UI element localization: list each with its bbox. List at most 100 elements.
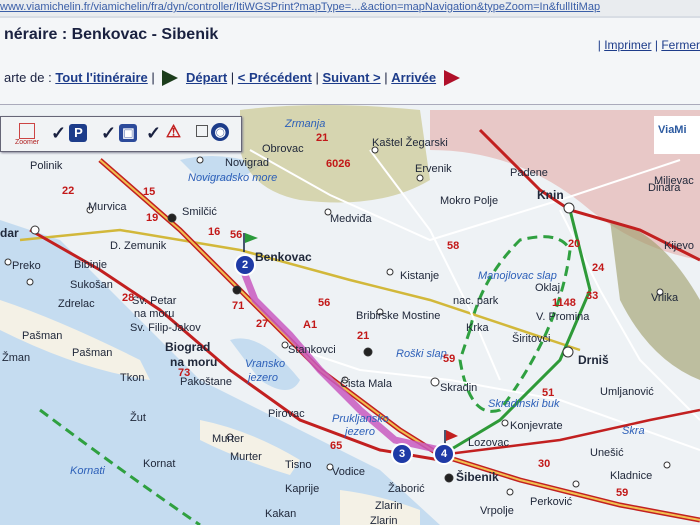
road-number-label: 65 xyxy=(330,440,343,452)
place-label: Vodice xyxy=(332,466,366,478)
place-label: Zrmanja xyxy=(285,118,326,130)
place-label: Murter xyxy=(230,451,262,463)
place-label: Preko xyxy=(12,260,41,272)
road-number-label: 58 xyxy=(447,240,460,252)
url-bar[interactable]: www.viamichelin.fr/viamichelin/fra/dyn/c… xyxy=(0,0,700,16)
road-number-label: 15 xyxy=(143,186,156,198)
place-label: Skra xyxy=(622,425,645,437)
warning-icon: ⚠ xyxy=(165,122,182,141)
service-station-icon: ◉ xyxy=(211,123,230,141)
start-flag-icon xyxy=(162,70,179,86)
place-label: Sukošan xyxy=(70,279,113,291)
road-number-label: 56 xyxy=(318,297,331,309)
place-label: Benkovac xyxy=(255,250,312,264)
route-step-marker[interactable]: 4 xyxy=(433,443,455,465)
place-label: Zlarin xyxy=(370,515,398,525)
place-label: Čista Mala xyxy=(340,378,392,390)
road-number-label: 1148 xyxy=(552,297,576,309)
road-number-label: 28 xyxy=(122,292,135,304)
road-number-label: 56 xyxy=(230,229,243,241)
place-label: Kakan xyxy=(265,508,297,520)
nav-next-link[interactable]: Suivant > xyxy=(322,70,380,85)
place-label: Lozovac xyxy=(468,437,509,449)
place-label: Ervenik xyxy=(415,163,452,175)
parking-toggle[interactable]: ✓ P xyxy=(51,123,88,145)
place-label: Kistanje xyxy=(400,270,440,282)
place-label: Prukljansko xyxy=(332,413,389,425)
place-label: Oklaj xyxy=(535,282,561,294)
place-label: Mokro Polje xyxy=(440,195,499,207)
place-label: Obrovac xyxy=(262,143,304,155)
warning-toggle[interactable]: ✓ ⚠ xyxy=(146,123,182,145)
place-label: Sv. Petar xyxy=(132,295,177,307)
route-step-marker[interactable]: 3 xyxy=(391,443,413,465)
place-label: Kaprije xyxy=(285,483,320,495)
place-label: Perković xyxy=(530,496,573,508)
road-number-label: 21 xyxy=(357,330,370,342)
nav-prev-link[interactable]: < Précédent xyxy=(238,70,312,85)
place-label: jezero xyxy=(248,372,278,384)
place-label: Šibenik xyxy=(456,470,499,484)
place-label: Murter xyxy=(212,433,244,445)
place-label: Novigradsko more xyxy=(188,172,278,184)
place-label: Bibinje xyxy=(74,259,108,271)
place-label: D. Zemunik xyxy=(110,240,167,252)
checkmark-icon: ✓ xyxy=(101,123,117,143)
place-label: Skradinski buk xyxy=(488,398,560,410)
place-label: Pirovac xyxy=(268,408,305,420)
close-link[interactable]: Fermer xyxy=(661,38,700,52)
road-number-label: 59 xyxy=(443,353,456,365)
place-label: Umljanović xyxy=(600,386,654,398)
place-label: Kaštel Žegarski xyxy=(372,137,448,149)
print-link[interactable]: Imprimer xyxy=(604,38,651,52)
place-label: Vrlika xyxy=(651,292,679,304)
place-label: Krka xyxy=(466,322,489,334)
place-label: Vrpolje xyxy=(480,505,514,517)
place-label: Žman xyxy=(2,352,31,364)
road-number-label: 30 xyxy=(538,458,551,470)
route-map[interactable]: Polinik Murvica Smilčić Novigrad Novigradsko… xyxy=(0,105,700,525)
place-label: Murvica xyxy=(88,201,127,213)
road-number-label: 19 xyxy=(146,212,159,224)
place-label: Sv. Filip-Jakov xyxy=(130,322,201,334)
place-label: Pašman xyxy=(72,347,113,359)
zoom-box-icon xyxy=(19,123,35,139)
top-links: | Imprimer | Fermer xyxy=(597,38,700,52)
place-label: Kornati xyxy=(70,465,105,477)
place-label: Unešić xyxy=(590,447,624,459)
place-label: Vransko xyxy=(245,358,286,370)
road-number-label: 27 xyxy=(256,318,269,330)
place-label: Roški slap xyxy=(396,348,447,360)
service-station-toggle[interactable]: ◉ xyxy=(196,123,230,145)
place-label: Konjevrate xyxy=(510,420,563,432)
speed-camera-toggle[interactable]: ✓ ▣ xyxy=(101,123,138,145)
road-number-label: 51 xyxy=(542,387,555,399)
place-label: Kladnice xyxy=(610,470,653,482)
route-step-marker[interactable]: 2 xyxy=(234,254,256,276)
place-label: Smilčić xyxy=(182,206,217,218)
checkmark-icon: ✓ xyxy=(51,123,67,143)
nav-all-link[interactable]: Tout l'itinéraire xyxy=(55,70,147,85)
place-label: dar xyxy=(0,226,19,240)
place-label: Kornat xyxy=(143,458,176,470)
map-navigation-bar: arte de : Tout l'itinéraire | Départ | <… xyxy=(0,62,700,105)
place-label: Drniš xyxy=(578,353,609,367)
nav-start-link[interactable]: Départ xyxy=(186,70,227,85)
speed-camera-icon: ▣ xyxy=(119,124,138,142)
place-label: Stankovci xyxy=(288,344,336,356)
road-number-label: 16 xyxy=(208,226,221,238)
checkmark-icon: ✓ xyxy=(146,123,162,143)
place-label: Žut xyxy=(130,412,146,424)
road-number-label: 20 xyxy=(568,238,581,250)
place-label: Zlarin xyxy=(375,500,403,512)
place-label: Širitovci xyxy=(512,333,551,345)
place-label: Žaborić xyxy=(388,483,425,495)
page-title: néraire : Benkovac - Sibenik xyxy=(4,26,219,43)
place-label: V. Promina xyxy=(536,311,590,323)
place-label: Kijevo xyxy=(664,240,694,252)
place-label: Biograd xyxy=(165,340,211,354)
place-label: Zdrelac xyxy=(58,298,95,310)
map-layer-toolbar: Zoomer ✓ P ✓ ▣ ✓ ⚠ ◉ xyxy=(0,116,242,152)
road-number-label: 73 xyxy=(178,367,191,379)
nav-end-link[interactable]: Arrivée xyxy=(391,70,436,85)
